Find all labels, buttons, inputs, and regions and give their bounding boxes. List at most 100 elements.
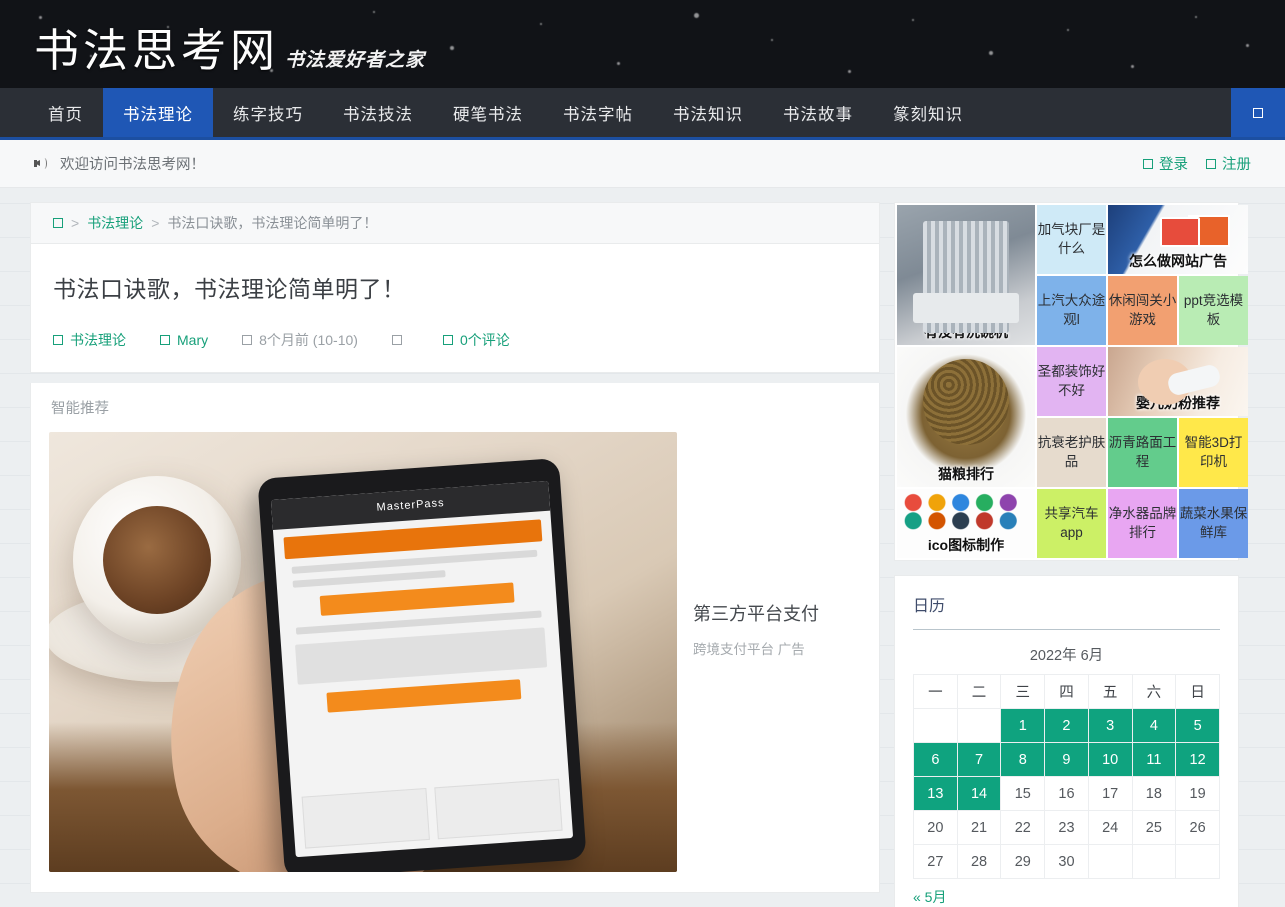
- calendar-day: 29: [1000, 844, 1046, 879]
- main-navigation: 首页 书法理论 练字技巧 书法技法 硬笔书法 书法字帖 书法知识 书法故事 篆刻…: [0, 88, 1285, 140]
- register-link[interactable]: 注册: [1206, 153, 1251, 174]
- site-tagline: 书法爱好者之家: [285, 49, 426, 71]
- nav-item-knowledge[interactable]: 书法知识: [653, 88, 763, 137]
- ad-tile-aerated-block[interactable]: 加气块厂是什么: [1037, 205, 1106, 274]
- weekday-wed: 三: [1000, 674, 1046, 709]
- phone-line: [292, 570, 446, 588]
- register-icon: [1206, 158, 1216, 169]
- calendar-day-highlighted[interactable]: 12: [1175, 742, 1220, 777]
- ad-tile-fresh-storage[interactable]: 蔬菜水果保鲜库: [1179, 489, 1248, 558]
- phone-screen: MasterPass: [270, 480, 574, 858]
- calendar-day-highlighted[interactable]: 3: [1087, 708, 1133, 743]
- calendar-widget: 日历 2022年 6月 一 二 三 四 五 六 日 1 2 3 4 5 6 7 8 9 10 11 1…: [894, 575, 1239, 907]
- nav-item-stories[interactable]: 书法故事: [763, 88, 873, 137]
- ad-tile-cat-food[interactable]: 猫粮排行: [897, 347, 1035, 487]
- ad-tile-saic-tiguan[interactable]: 上汽大众途观l: [1037, 276, 1106, 345]
- meta-category-label: 书法理论: [70, 332, 126, 348]
- nav-item-copybooks[interactable]: 书法字帖: [543, 88, 653, 137]
- calendar-day: 19: [1175, 776, 1220, 811]
- weekday-fri: 五: [1087, 674, 1133, 709]
- ad-tile-baby-formula[interactable]: 婴儿奶粉推荐: [1108, 347, 1248, 416]
- breadcrumb-current: 书法口诀歌，书法理论简单明了！: [167, 215, 378, 231]
- main-column: > 书法理论 > 书法口诀歌，书法理论简单明了！ 书法口诀歌，书法理论简单明了！…: [30, 202, 880, 907]
- nav-item-home[interactable]: 首页: [28, 88, 103, 137]
- ad-grid-panel: 有没有洗碗机 加气块厂是什么 怎么做网站广告 上汽大众途观l 休闲闯关小游戏 p…: [894, 202, 1248, 561]
- phone-footer-tile: [434, 778, 563, 840]
- calendar-day-highlighted[interactable]: 13: [913, 776, 958, 811]
- breadcrumb-category[interactable]: 书法理论: [87, 213, 143, 233]
- ad-tile-antiaging-skincare[interactable]: 抗衰老护肤品: [1037, 418, 1106, 487]
- calendar-day: 24: [1087, 810, 1133, 845]
- home-icon[interactable]: [53, 218, 63, 228]
- ad-tile-dishwasher[interactable]: 有没有洗碗机: [897, 205, 1035, 345]
- calendar-day-highlighted[interactable]: 2: [1044, 708, 1089, 743]
- calendar-day-highlighted[interactable]: 1: [1000, 708, 1046, 743]
- site-logo[interactable]: 书法思考网 书法爱好者之家: [0, 0, 1285, 79]
- site-header: 书法思考网 书法爱好者之家: [0, 0, 1285, 88]
- calendar-day-highlighted[interactable]: 6: [913, 742, 958, 777]
- calendar-prev-month-link[interactable]: « 5月: [913, 879, 1220, 907]
- breadcrumb: > 书法理论 > 书法口诀歌，书法理论简单明了！: [30, 202, 880, 243]
- calendar-week-row: 13 14 15 16 17 18 19: [913, 776, 1220, 811]
- calendar-heading: 日历: [913, 592, 1220, 630]
- calendar-week-row: 12345: [913, 708, 1220, 743]
- ad-tile-casual-games[interactable]: 休闲闯关小游戏: [1108, 276, 1177, 345]
- calendar-day-highlighted[interactable]: 4: [1131, 708, 1177, 743]
- site-logo-text: 书法思考网: [34, 24, 280, 77]
- phone-footer-tile: [301, 787, 430, 849]
- ad-tile-3d-printer[interactable]: 智能3D打印机: [1179, 418, 1248, 487]
- notice-bar: 欢迎访问书法思考网！ 登录 注册: [0, 140, 1285, 188]
- calendar-day: 28: [956, 844, 1002, 879]
- calendar-day-highlighted[interactable]: 9: [1044, 742, 1089, 777]
- ad-tile-shengdu-decoration[interactable]: 圣都装饰好不好: [1037, 347, 1106, 416]
- nav-item-seal-carving[interactable]: 篆刻知识: [873, 88, 983, 137]
- weekday-thu: 四: [1044, 674, 1089, 709]
- speaker-icon: [34, 157, 51, 170]
- calendar-day: 26: [1175, 810, 1220, 845]
- calendar-day-empty: [913, 708, 958, 743]
- nav-item-calligraphy-theory[interactable]: 书法理论: [103, 88, 213, 137]
- page-title: 书法口诀歌，书法理论简单明了！: [53, 276, 406, 302]
- sidebar: 有没有洗碗机 加气块厂是什么 怎么做网站广告 上汽大众途观l 休闲闯关小游戏 p…: [894, 202, 1248, 907]
- meta-category[interactable]: 书法理论: [53, 330, 126, 350]
- ad-tile-asphalt-road[interactable]: 沥青路面工程: [1108, 418, 1177, 487]
- calendar-day-empty: [956, 708, 1002, 743]
- recommend-row: MasterPass 第三方平台支付 跨境支付平台 广告: [49, 432, 861, 872]
- calendar-day: 20: [913, 810, 958, 845]
- ad-banner-image[interactable]: MasterPass: [49, 432, 677, 872]
- calendar-day-highlighted[interactable]: 11: [1131, 742, 1177, 777]
- calendar-day: 16: [1044, 776, 1089, 811]
- ad-tile-ico-maker[interactable]: ico图标制作: [897, 489, 1035, 558]
- calendar-week-row: 6 7 8 9 10 11 12: [913, 742, 1220, 777]
- account-links: 登录 注册: [1143, 153, 1251, 174]
- ad-grid: 有没有洗碗机 加气块厂是什么 怎么做网站广告 上汽大众途观l 休闲闯关小游戏 p…: [897, 205, 1248, 558]
- login-link[interactable]: 登录: [1143, 153, 1188, 174]
- ad-tile-website-ads[interactable]: 怎么做网站广告: [1108, 205, 1248, 274]
- ad-title[interactable]: 第三方平台支付: [693, 600, 819, 626]
- nav-item-techniques[interactable]: 书法技法: [323, 88, 433, 137]
- ad-tile-water-purifier[interactable]: 净水器品牌排行: [1108, 489, 1177, 558]
- ad-banner-text: 第三方平台支付 跨境支付平台 广告: [693, 432, 819, 872]
- calendar-day-highlighted[interactable]: 7: [956, 742, 1002, 777]
- nav-item-practice-tips[interactable]: 练字技巧: [213, 88, 323, 137]
- calendar-day-highlighted[interactable]: 8: [1000, 742, 1046, 777]
- calendar-day-highlighted[interactable]: 5: [1175, 708, 1220, 743]
- calendar-day-highlighted[interactable]: 10: [1087, 742, 1133, 777]
- calendar-day: 25: [1131, 810, 1177, 845]
- calendar-week-row: 20 21 22 23 24 25 26: [913, 810, 1220, 845]
- calendar-day: 30: [1044, 844, 1089, 879]
- meta-author[interactable]: Mary: [160, 332, 208, 348]
- calendar-week-row: 27 28 29 30: [913, 844, 1220, 879]
- calendar-day: 27: [913, 844, 958, 879]
- meta-comments[interactable]: 0个评论: [442, 330, 510, 350]
- nav-item-hard-pen[interactable]: 硬笔书法: [433, 88, 543, 137]
- search-icon[interactable]: [1231, 88, 1285, 137]
- calendar-day-highlighted[interactable]: 14: [956, 776, 1002, 811]
- weekday-sat: 六: [1131, 674, 1177, 709]
- calendar-day-empty: [1175, 844, 1220, 879]
- ad-tile-car-sharing-app[interactable]: 共享汽车app: [1037, 489, 1106, 558]
- ad-tile-ppt-template[interactable]: ppt竞选模板: [1179, 276, 1248, 345]
- meta-views: [391, 335, 409, 345]
- comment-icon: [442, 335, 453, 345]
- article-header-card: 书法口诀歌，书法理论简单明了！ 书法理论 Mary 8个月前 (10-10) 0…: [30, 243, 880, 373]
